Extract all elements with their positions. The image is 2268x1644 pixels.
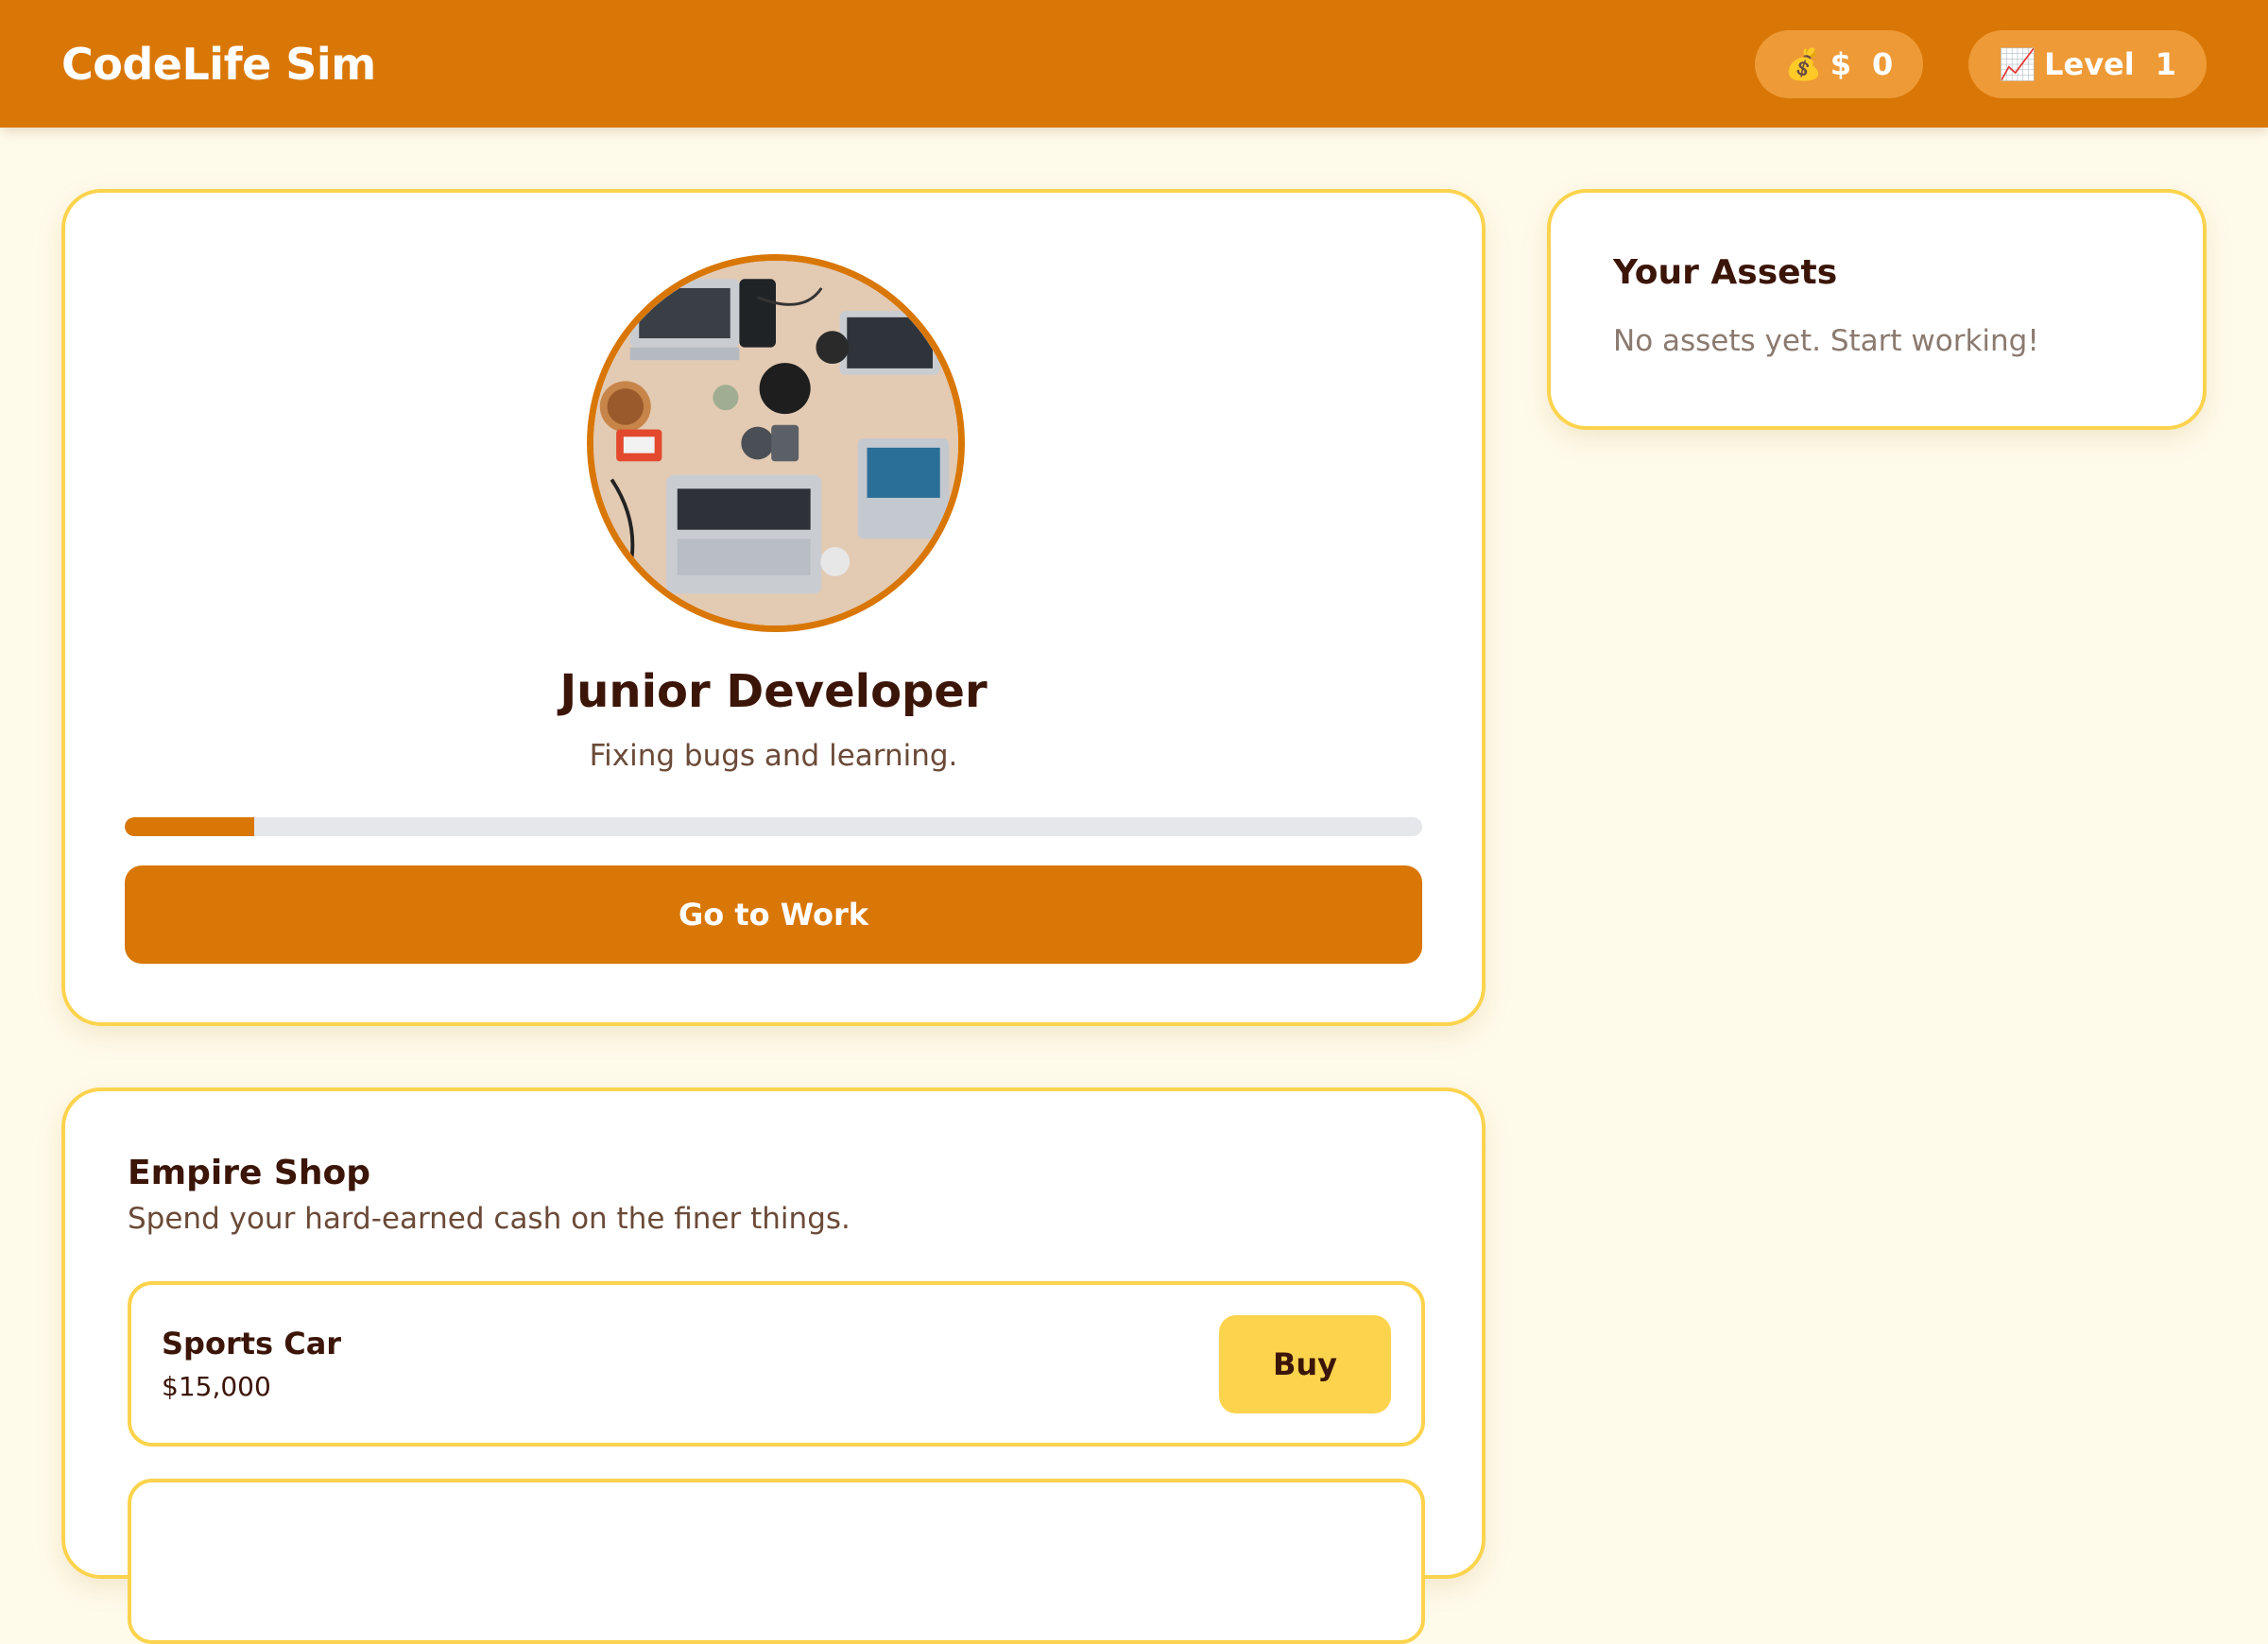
laptop-center xyxy=(666,474,822,594)
shop-item xyxy=(128,1479,1425,1644)
job-title: Junior Developer xyxy=(559,665,988,718)
level-label: Level xyxy=(2044,45,2135,82)
work-progress-bar xyxy=(125,817,1422,836)
level-pill: 📈 Level 1 xyxy=(1968,29,2207,98)
shop-item-info: Sports Car $15,000 xyxy=(162,1326,341,1402)
top-bar: CodeLife Sim 💰 $ 0 📈 Level 1 xyxy=(0,0,2268,128)
shop-item-price: $15,000 xyxy=(162,1371,271,1402)
laptop-top-left xyxy=(629,279,740,361)
assets-empty-message: No assets yet. Start working! xyxy=(1613,324,2039,358)
assets-card: Your Assets No assets yet. Start working… xyxy=(1547,189,2207,430)
job-card: Junior Developer Fixing bugs and learnin… xyxy=(61,189,1486,1026)
phone-object xyxy=(739,279,776,348)
go-to-work-button[interactable]: Go to Work xyxy=(125,865,1422,964)
kettle-object xyxy=(759,363,811,415)
stats-bar: 💰 $ 0 📈 Level 1 xyxy=(1754,29,2207,98)
job-avatar-image xyxy=(587,254,965,632)
desk-laptops-illustration xyxy=(593,261,958,625)
money-bag-icon: 💰 xyxy=(1784,45,1823,82)
app-title: CodeLife Sim xyxy=(61,38,376,90)
shop-item: Sports Car $15,000 Buy xyxy=(128,1281,1425,1447)
laptop-right xyxy=(857,438,950,539)
laptop-top-right xyxy=(839,311,940,375)
money-currency: $ xyxy=(1830,45,1851,82)
shop-item-list: Sports Car $15,000 Buy xyxy=(128,1281,1425,1644)
level-value: 1 xyxy=(2155,45,2176,82)
assets-title: Your Assets xyxy=(1613,253,1838,292)
shop-title: Empire Shop xyxy=(128,1154,370,1192)
shop-subtitle: Spend your hard-earned cash on the finer… xyxy=(128,1202,850,1236)
shop-item-name: Sports Car xyxy=(162,1326,342,1361)
shop-card: Empire Shop Spend your hard-earned cash … xyxy=(61,1087,1486,1644)
chart-up-icon: 📈 xyxy=(1999,45,2037,82)
money-value: 0 xyxy=(1872,45,1894,82)
money-pill: 💰 $ 0 xyxy=(1754,29,1924,98)
work-progress-fill xyxy=(125,817,255,836)
job-description: Fixing bugs and learning. xyxy=(589,739,958,773)
buy-button[interactable]: Buy xyxy=(1219,1314,1391,1413)
